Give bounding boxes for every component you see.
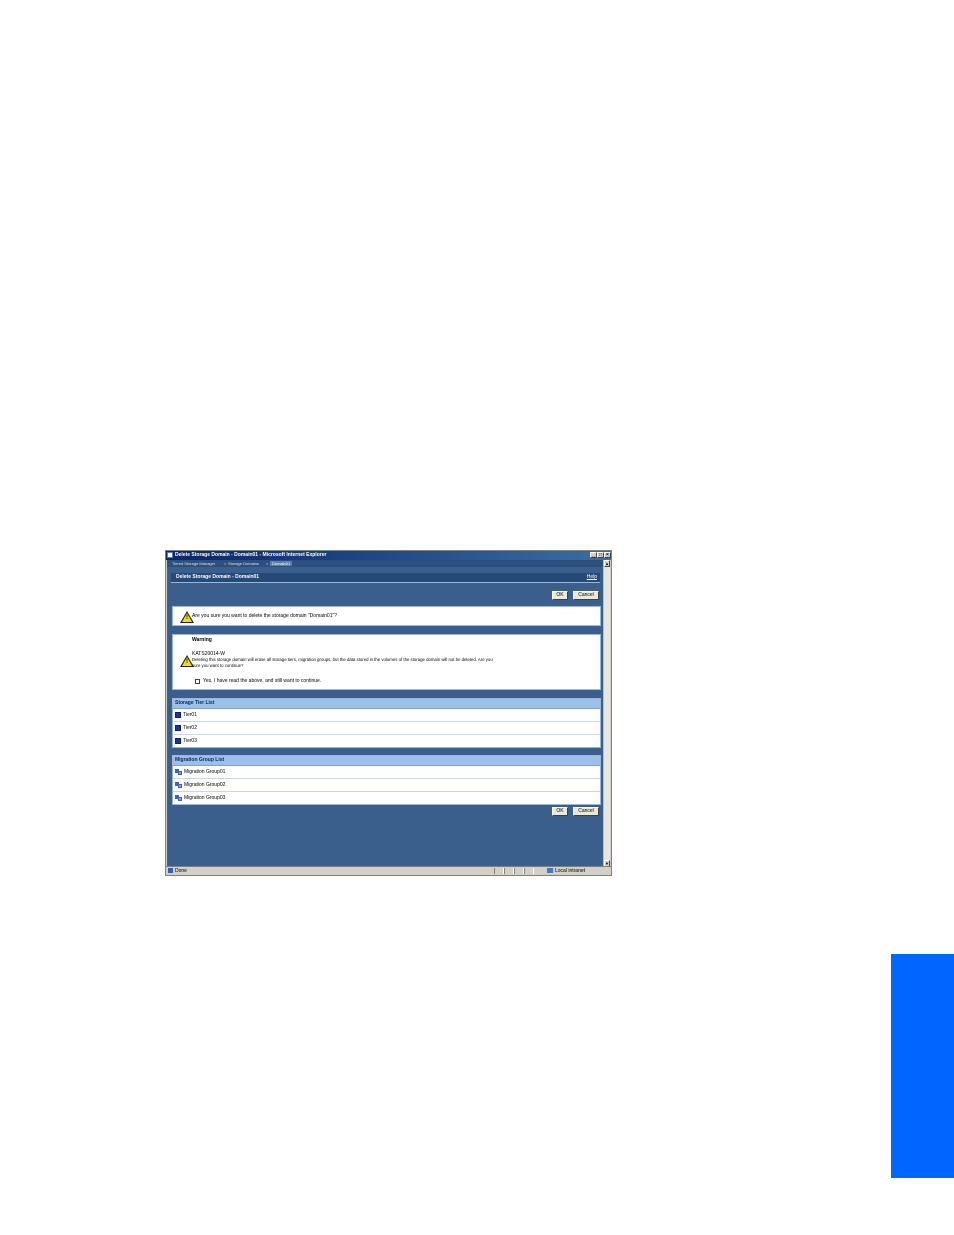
window-title: Delete Storage Domain - Domain01 - Micro…: [175, 552, 327, 558]
side-tab-marker: [891, 954, 954, 1178]
warning-line2: sure you want to continue?: [192, 663, 244, 668]
tier-name: Tier02: [183, 725, 197, 731]
breadcrumb-item-domains[interactable]: Storage Domains: [228, 560, 259, 567]
breadcrumb-item-current: Domain01: [270, 561, 293, 566]
migration-group-name: Migration Group02: [184, 782, 226, 788]
help-link[interactable]: Help: [587, 573, 597, 582]
breadcrumb-item-tsm[interactable]: Tiered Storage Manager: [172, 560, 215, 567]
list-item[interactable]: Migration Group01: [173, 766, 600, 779]
page-title: Delete Storage Domain - Domain01: [176, 574, 260, 580]
title-bar: Delete Storage Domain - Domain01 - Micro…: [166, 551, 611, 560]
maximize-button[interactable]: □: [597, 552, 604, 558]
continue-checkbox-label: Yes, I have read the above, and still wa…: [203, 678, 322, 684]
scroll-up-arrow-icon[interactable]: ▲: [604, 560, 610, 567]
migration-group-icon: [175, 768, 182, 775]
breadcrumb: Tiered Storage Manager > Storage Domains…: [167, 560, 604, 567]
confirm-panel: ! Are you sure you want to delete the st…: [172, 606, 601, 626]
ok-button-top[interactable]: OK: [552, 591, 568, 600]
storage-tier-list-header: Storage Tier List: [173, 699, 600, 709]
vertical-scrollbar[interactable]: ▲ ▼: [603, 560, 610, 867]
cancel-button-top[interactable]: Cancel: [573, 591, 599, 600]
migration-group-icon: [175, 794, 182, 801]
migration-group-list: Migration Group List Migration Group01 M…: [172, 755, 601, 805]
list-item[interactable]: Migration Group02: [173, 779, 600, 792]
tier-name: Tier01: [183, 712, 197, 718]
page-done-icon: [168, 868, 173, 873]
status-bar: Done Local intranet: [166, 866, 611, 875]
list-item[interactable]: Tier02: [173, 722, 600, 735]
ok-button-bottom[interactable]: OK: [552, 807, 568, 816]
status-segment: [504, 868, 514, 874]
breadcrumb-separator: >: [266, 561, 269, 566]
page-content: Tiered Storage Manager > Storage Domains…: [167, 560, 604, 867]
migration-group-icon: [175, 781, 182, 788]
storage-tier-list: Storage Tier List Tier01 Tier02 Tier03: [172, 698, 601, 748]
status-segment: [494, 868, 504, 874]
list-item[interactable]: Tier03: [173, 735, 600, 747]
continue-checkbox[interactable]: [195, 679, 200, 684]
status-segment: [524, 868, 534, 874]
status-segment: [514, 868, 524, 874]
page-header: Delete Storage Domain - Domain01 Help: [171, 573, 600, 583]
intranet-icon: [547, 868, 553, 873]
zone-text: Local intranet: [555, 868, 586, 874]
migration-group-name: Migration Group01: [184, 769, 226, 775]
warning-panel: Warning ! KATS20014-W Deleting this stor…: [172, 634, 601, 690]
storage-tier-icon: [175, 737, 181, 744]
close-button[interactable]: ×: [604, 552, 611, 558]
ie-page-icon: [167, 552, 173, 558]
tier-name: Tier03: [183, 738, 197, 744]
list-item[interactable]: Migration Group03: [173, 792, 600, 804]
confirm-text: Are you sure you want to delete the stor…: [192, 613, 338, 619]
browser-window: Delete Storage Domain - Domain01 - Micro…: [165, 550, 612, 876]
warning-heading: Warning: [192, 637, 212, 643]
status-text: Done: [175, 868, 187, 874]
migration-group-name: Migration Group03: [184, 795, 226, 801]
migration-group-list-header: Migration Group List: [173, 756, 600, 766]
breadcrumb-separator: >: [224, 561, 227, 566]
minimize-button[interactable]: _: [590, 552, 597, 558]
storage-tier-icon: [175, 724, 181, 731]
cancel-button-bottom[interactable]: Cancel: [573, 807, 599, 816]
list-item[interactable]: Tier01: [173, 709, 600, 722]
storage-tier-icon: [175, 711, 181, 718]
